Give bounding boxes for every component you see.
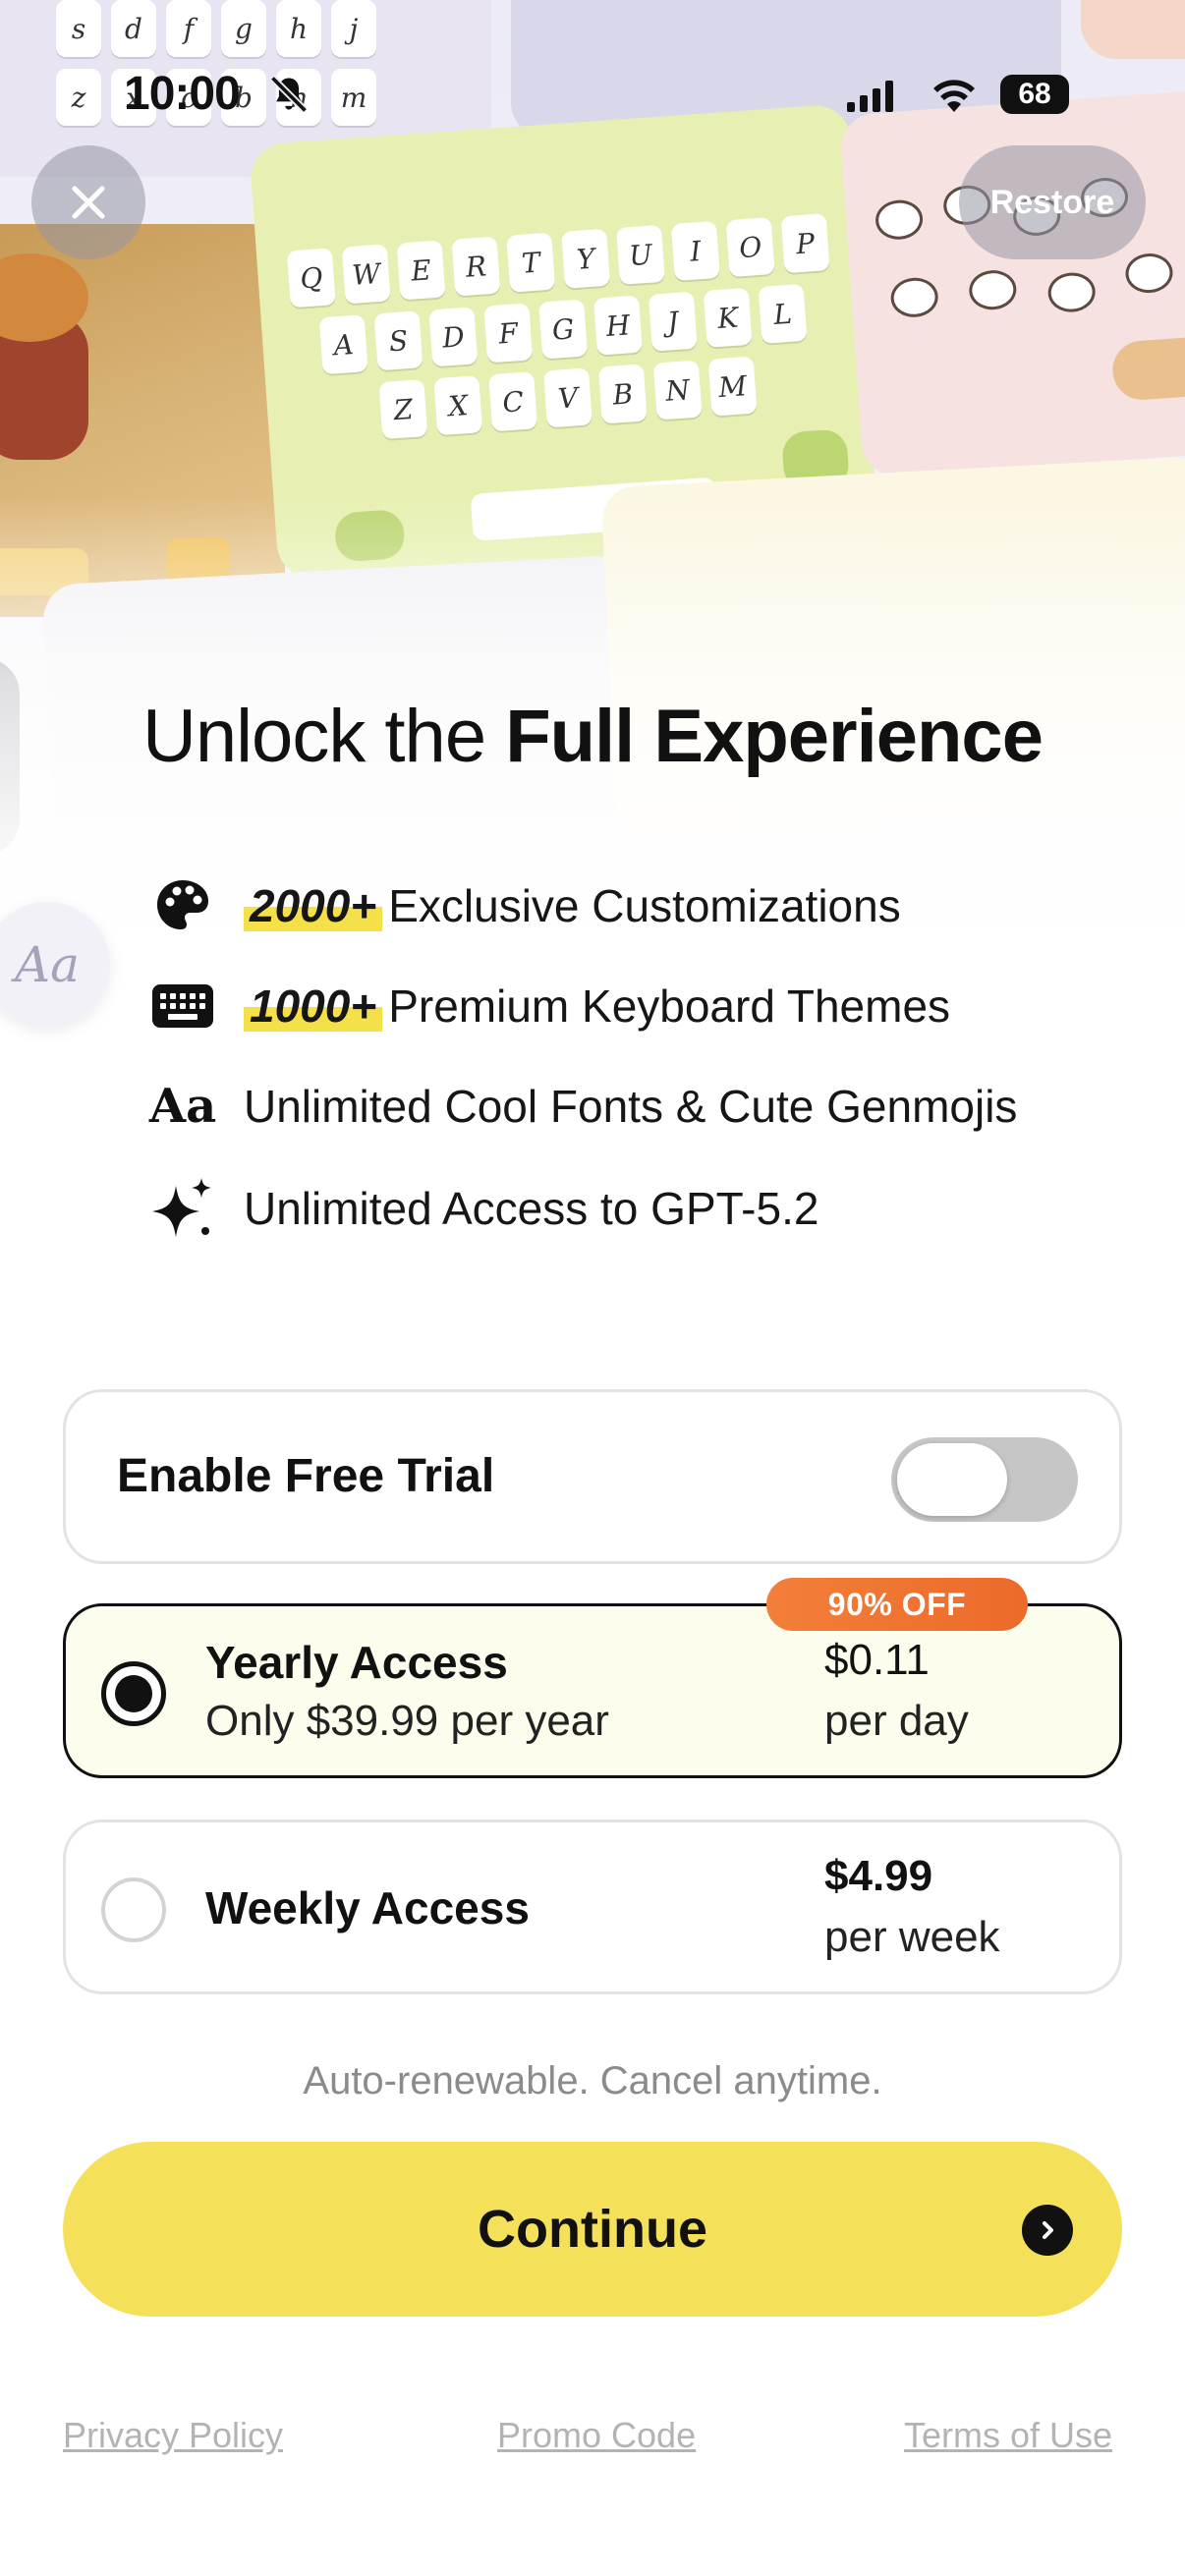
plan-price: $0.11 [824,1636,930,1684]
restore-label: Restore [989,183,1115,221]
discount-badge-label: 90% OFF [827,1586,967,1622]
battery-icon: 68 [1000,75,1069,114]
feature-text: 1000+ Premium Keyboard Themes [244,980,950,1033]
promo-code-link[interactable]: Promo Code [497,2415,696,2456]
radio-selected[interactable] [101,1661,166,1726]
feature-highlight: 2000+ [244,880,383,931]
sparkles-icon [143,1169,222,1248]
feature-highlight: 1000+ [244,980,383,1032]
close-icon [72,186,105,219]
feature-label: Unlimited Cool Fonts & Cute Genmojis [244,1081,1018,1132]
privacy-policy-link[interactable]: Privacy Policy [63,2415,283,2456]
chevron-right-icon [1022,2205,1073,2256]
bell-slash-icon [269,75,309,114]
fonts-icon: Aa [143,1067,222,1146]
palette-icon [143,867,222,945]
headline-light: Unlock the [142,695,506,778]
radio-unselected[interactable] [101,1877,166,1942]
feature-text: 2000+ Exclusive Customizations [244,879,901,932]
toggle-knob [897,1443,1007,1516]
free-trial-label: Enable Free Trial [117,1450,495,1502]
plan-price-unit: per week [824,1913,1000,1961]
auto-renew-note: Auto-renewable. Cancel anytime. [303,2059,882,2102]
keyboard-icon [143,967,222,1045]
plan-title: Weekly Access [205,1882,530,1933]
free-trial-toggle[interactable] [891,1437,1078,1522]
status-time: 10:00 [124,68,241,120]
plan-price: $4.99 [824,1852,933,1900]
free-trial-row[interactable]: Enable Free Trial [63,1389,1122,1564]
battery-level: 68 [1018,78,1051,110]
discount-badge: 90% OFF [766,1578,1028,1631]
terms-of-use-link[interactable]: Terms of Use [904,2415,1112,2456]
feature-item-fonts: Aa Unlimited Cool Fonts & Cute Genmojis [143,1067,1018,1146]
plan-option-weekly[interactable]: Weekly Access $4.99 per week [63,1820,1122,1994]
restore-button[interactable]: Restore [959,145,1146,259]
headline-bold: Full Experience [505,695,1044,778]
plan-subtitle: Only $39.99 per year [205,1697,609,1745]
close-button[interactable] [31,145,145,259]
continue-button[interactable]: Continue [63,2142,1122,2317]
feature-item-customizations: 2000+ Exclusive Customizations [143,867,901,945]
feature-label: Unlimited Access to GPT-5.2 [244,1183,819,1234]
feature-label: Exclusive Customizations [388,880,901,931]
continue-label: Continue [478,2200,707,2259]
cellular-signal-icon [847,81,893,112]
wifi-icon [933,80,975,112]
page-title: Unlock the Full Experience [0,694,1185,779]
feature-item-themes: 1000+ Premium Keyboard Themes [143,967,950,1045]
plan-title: Yearly Access [205,1637,508,1688]
plan-price-unit: per day [824,1697,969,1745]
fonts-icon-text: Aa [148,1079,217,1134]
fonts-bubble-text: Aa [15,936,80,993]
feature-item-gpt: Unlimited Access to GPT-5.2 [143,1169,818,1248]
feature-label: Premium Keyboard Themes [388,980,951,1032]
